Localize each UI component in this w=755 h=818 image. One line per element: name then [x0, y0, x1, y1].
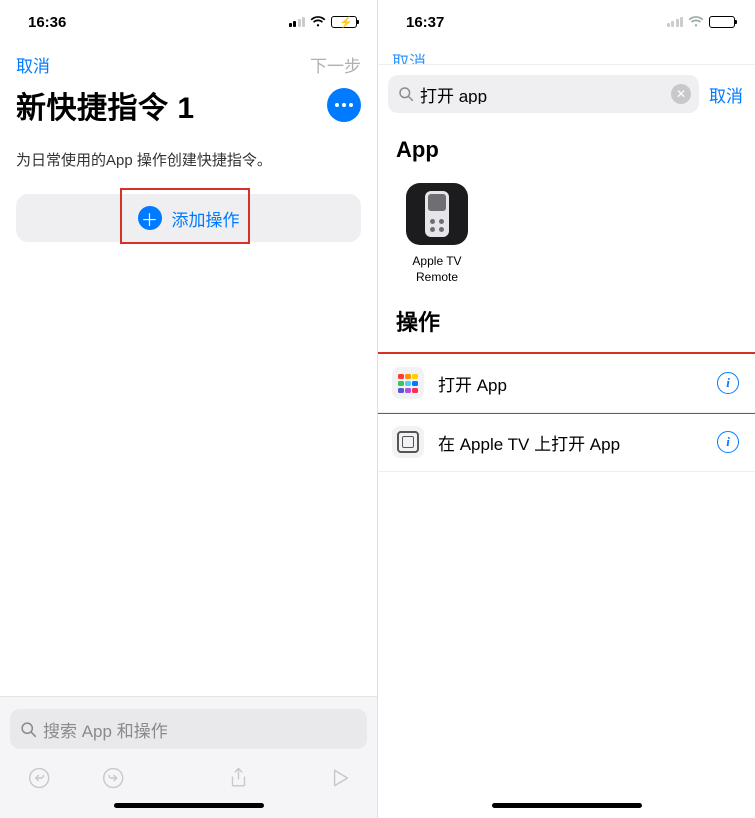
- search-input[interactable]: 搜索 App 和操作: [10, 709, 367, 749]
- app-tile-label: Apple TV Remote: [396, 253, 478, 285]
- info-icon[interactable]: i: [717, 431, 739, 453]
- search-field[interactable]: ✕: [388, 75, 699, 113]
- action-open-app-on-apple-tv[interactable]: 在 Apple TV 上打开 App i: [378, 412, 755, 472]
- more-button[interactable]: [327, 88, 361, 122]
- add-action-button[interactable]: ＋ 添加操作: [16, 194, 361, 242]
- status-bar: 16:37: [378, 0, 755, 44]
- bottom-sheet: 搜索 App 和操作: [0, 696, 377, 818]
- cellular-icon: [667, 17, 684, 27]
- play-icon[interactable]: [332, 767, 349, 789]
- section-app-title: App: [378, 123, 755, 169]
- title-row: 新快捷指令 1: [0, 77, 377, 127]
- cancel-button[interactable]: 取消: [709, 82, 743, 107]
- page-title: 新快捷指令 1: [16, 83, 195, 127]
- battery-icon: ⚡: [331, 16, 357, 28]
- tv-icon: [392, 426, 424, 458]
- status-bar: 16:36 ⚡: [0, 0, 377, 44]
- share-icon[interactable]: [229, 765, 248, 791]
- add-action-container: ＋ 添加操作: [0, 170, 377, 242]
- cancel-button[interactable]: 取消: [16, 52, 50, 77]
- navbar: 取消 下一步: [0, 44, 377, 77]
- search-icon: [398, 86, 414, 102]
- search-placeholder: 搜索 App 和操作: [43, 717, 168, 742]
- screen-shortcut-editor: 16:36 ⚡ 取消 下一步 新快捷指令 1 为日常使用的App 操作创建快捷指…: [0, 0, 378, 818]
- section-actions-title: 操作: [378, 291, 755, 343]
- home-indicator: [492, 803, 642, 808]
- cellular-icon: [289, 17, 306, 27]
- action-list: 打开 App i 在 Apple TV 上打开 App i: [378, 343, 755, 472]
- battery-icon: [709, 16, 735, 28]
- status-time: 16:36: [28, 14, 66, 31]
- wifi-icon: [310, 16, 326, 28]
- wifi-icon: [688, 16, 704, 28]
- next-button[interactable]: 下一步: [310, 52, 361, 77]
- search-icon: [20, 721, 37, 738]
- screen-search-actions: 16:37 取消 ✕ 取消 App Apple TV Remote 操作: [378, 0, 755, 818]
- undo-icon[interactable]: [28, 765, 50, 791]
- app-tile-apple-tv-remote[interactable]: Apple TV Remote: [378, 169, 478, 291]
- search-row: ✕ 取消: [378, 65, 755, 123]
- action-open-app[interactable]: 打开 App i: [378, 353, 755, 412]
- toolbar: [10, 749, 367, 795]
- grid-icon: [392, 367, 424, 399]
- search-input[interactable]: [420, 84, 665, 104]
- action-label: 在 Apple TV 上打开 App: [438, 430, 703, 455]
- search-overlay: ✕ 取消 App Apple TV Remote 操作 打开 App: [378, 64, 755, 818]
- status-indicators: ⚡: [289, 16, 358, 28]
- redo-icon[interactable]: [102, 765, 124, 791]
- home-indicator: [114, 803, 264, 808]
- status-indicators: [667, 16, 736, 28]
- clear-icon[interactable]: ✕: [671, 84, 691, 104]
- annotation-highlight: [378, 352, 755, 414]
- subtitle: 为日常使用的App 操作创建快捷指令。: [0, 127, 377, 170]
- app-icon: [406, 183, 468, 245]
- annotation-highlight: [120, 188, 250, 244]
- status-time: 16:37: [406, 14, 444, 31]
